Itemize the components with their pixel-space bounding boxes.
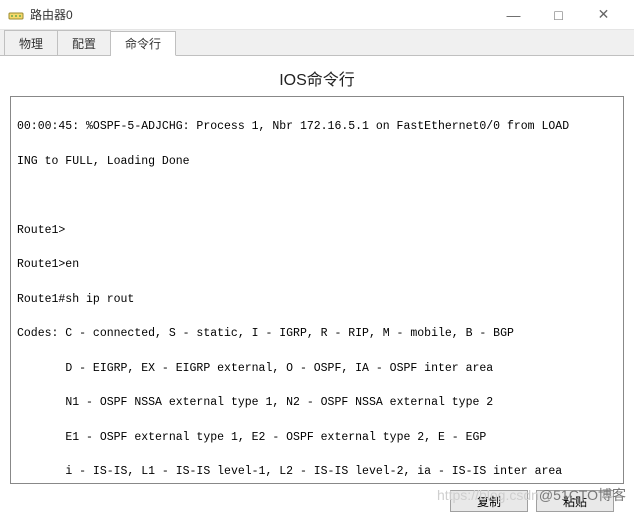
- term-line: ING to FULL, Loading Done: [17, 153, 617, 170]
- term-line: 00:00:45: %OSPF-5-ADJCHG: Process 1, Nbr…: [17, 118, 617, 135]
- terminal-output[interactable]: 00:00:45: %OSPF-5-ADJCHG: Process 1, Nbr…: [10, 96, 624, 484]
- window-title: 路由器0: [30, 6, 491, 23]
- term-line: Route1#sh ip rout: [17, 291, 617, 308]
- term-line: D - EIGRP, EX - EIGRP external, O - OSPF…: [17, 360, 617, 377]
- content-area: IOS命令行 00:00:45: %OSPF-5-ADJCHG: Process…: [0, 56, 634, 512]
- term-line: E1 - OSPF external type 1, E2 - OSPF ext…: [17, 429, 617, 446]
- close-button[interactable]: ✕: [581, 1, 626, 29]
- term-line: Route1>: [17, 222, 617, 239]
- term-line: Route1>en: [17, 256, 617, 273]
- window-controls: — □ ✕: [491, 1, 626, 29]
- term-line: Codes: C - connected, S - static, I - IG…: [17, 325, 617, 342]
- term-line: i - IS-IS, L1 - IS-IS level-1, L2 - IS-I…: [17, 463, 617, 480]
- term-line: N1 - OSPF NSSA external type 1, N2 - OSP…: [17, 394, 617, 411]
- router-icon: [8, 7, 24, 23]
- page-title: IOS命令行: [10, 56, 624, 96]
- tab-physical[interactable]: 物理: [4, 30, 58, 55]
- maximize-button[interactable]: □: [536, 1, 581, 29]
- titlebar: 路由器0 — □ ✕: [0, 0, 634, 30]
- tab-bar: 物理 配置 命令行: [0, 30, 634, 56]
- button-row: 复制 粘贴: [10, 484, 624, 512]
- minimize-button[interactable]: —: [491, 1, 536, 29]
- tab-config[interactable]: 配置: [58, 30, 111, 55]
- tab-cli[interactable]: 命令行: [111, 31, 176, 56]
